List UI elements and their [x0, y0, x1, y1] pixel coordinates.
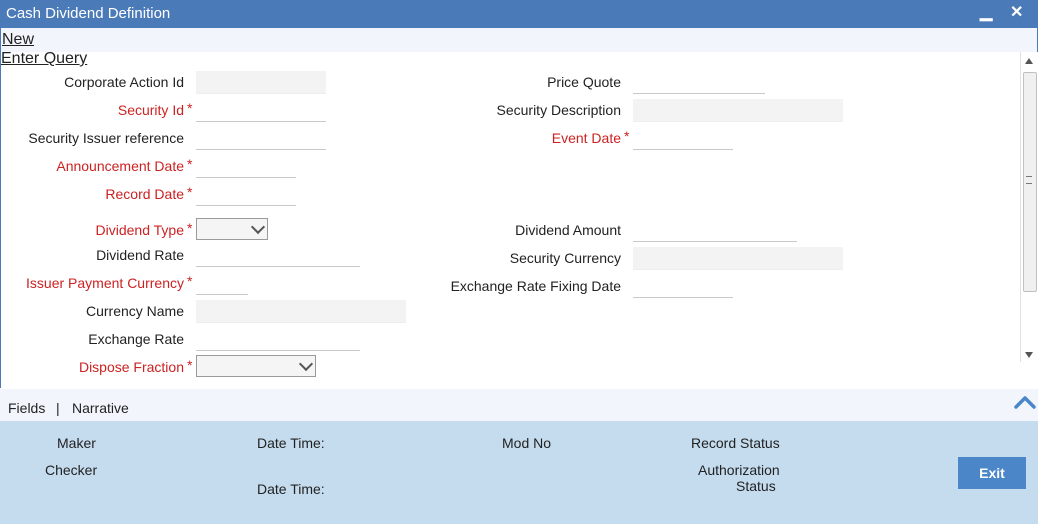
required-mark: * — [187, 100, 193, 116]
required-mark: * — [187, 273, 193, 289]
exchange-rate-fixing-date-input[interactable] — [633, 275, 733, 298]
security-currency-label: Security Currency — [509, 250, 621, 266]
checker-date-time-label: Date Time: — [257, 481, 325, 497]
tab-narrative[interactable]: Narrative — [72, 400, 129, 416]
corporate-action-id-input[interactable] — [196, 71, 326, 94]
exchange-rate-input[interactable] — [196, 328, 360, 351]
security-id-input[interactable] — [196, 99, 326, 122]
checker-label: Checker — [45, 462, 98, 478]
authorization-status-label-line1: Authorization — [698, 462, 780, 478]
vertical-scrollbar[interactable] — [1020, 52, 1037, 362]
announcement-date-input[interactable] — [196, 155, 296, 178]
minimize-icon[interactable]: ▁ — [980, 2, 992, 22]
scroll-up-icon[interactable] — [1025, 58, 1033, 64]
corporate-action-id-label: Corporate Action Id — [64, 74, 184, 90]
new-link[interactable]: New — [2, 31, 34, 49]
dividend-type-label: Dividend Type — [95, 222, 184, 238]
required-mark: * — [624, 128, 630, 144]
event-date-input[interactable] — [633, 127, 733, 150]
authorization-status-label-line2: Status — [736, 478, 776, 494]
dividend-amount-label: Dividend Amount — [515, 222, 621, 238]
dispose-fraction-label: Dispose Fraction — [78, 359, 184, 375]
security-currency-input[interactable] — [633, 247, 843, 270]
currency-name-label: Currency Name — [85, 303, 184, 319]
exchange-rate-fixing-date-label: Exchange Rate Fixing Date — [450, 278, 621, 294]
required-mark: * — [187, 156, 193, 172]
tabs-bar: Fields | Narrative — [0, 389, 1038, 421]
tab-fields[interactable]: Fields — [8, 400, 45, 416]
announcement-date-label: Announcement Date — [56, 158, 184, 174]
audit-panel: Maker Checker Date Time: Date Time: Mod … — [0, 421, 1038, 524]
menu-bar: New — [0, 28, 1038, 52]
maker-label: Maker — [57, 435, 96, 451]
required-mark: * — [187, 220, 193, 236]
enter-query-link[interactable]: Enter Query — [1, 50, 87, 68]
mod-no-label: Mod No — [502, 435, 552, 451]
security-issuer-reference-input[interactable] — [196, 127, 326, 150]
price-quote-label: Price Quote — [547, 74, 621, 90]
tab-separator: | — [56, 400, 60, 416]
currency-name-input[interactable] — [196, 300, 406, 323]
dividend-type-select[interactable] — [196, 218, 268, 240]
required-mark: * — [187, 357, 193, 373]
exit-button[interactable]: Exit — [958, 457, 1026, 489]
security-id-label: Security Id — [117, 102, 184, 118]
scroll-down-icon[interactable] — [1025, 352, 1033, 358]
required-mark: * — [187, 184, 193, 200]
collapse-up-icon[interactable] — [1014, 395, 1036, 409]
maker-date-time-label: Date Time: — [257, 435, 325, 451]
exchange-rate-label: Exchange Rate — [88, 331, 184, 347]
price-quote-input[interactable] — [633, 71, 765, 94]
form-area: Corporate Action Id Security Id * Securi… — [0, 52, 1021, 388]
issuer-payment-currency-input[interactable] — [196, 272, 248, 295]
dividend-rate-label: Dividend Rate — [96, 247, 184, 263]
window-title: Cash Dividend Definition — [6, 5, 171, 22]
window-titlebar: Cash Dividend Definition ▁ ✕ — [0, 0, 1038, 28]
security-description-label: Security Description — [496, 102, 622, 118]
close-icon[interactable]: ✕ — [1010, 2, 1023, 22]
chevron-down-icon — [250, 219, 266, 235]
security-issuer-reference-label: Security Issuer reference — [28, 130, 184, 146]
dispose-fraction-select[interactable] — [196, 355, 316, 377]
chevron-down-icon — [298, 356, 314, 372]
dividend-rate-input[interactable] — [196, 244, 360, 267]
grip-icon — [1026, 176, 1032, 184]
record-status-label: Record Status — [691, 435, 780, 451]
dividend-amount-input[interactable] — [633, 219, 797, 242]
record-date-label: Record Date — [105, 186, 184, 202]
event-date-label: Event Date — [551, 130, 621, 146]
record-date-input[interactable] — [196, 183, 296, 206]
security-description-input[interactable] — [633, 99, 843, 122]
issuer-payment-currency-label: Issuer Payment Currency — [26, 275, 184, 291]
